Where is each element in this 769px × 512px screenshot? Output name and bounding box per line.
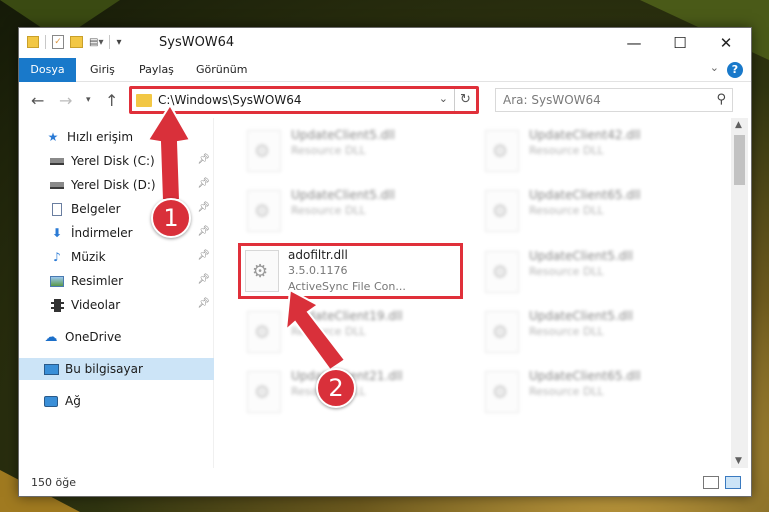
annotation-badge-2: 2 (316, 368, 356, 408)
annotation-badge-1: 1 (151, 198, 191, 238)
annotation-arrow-1 (146, 103, 347, 372)
